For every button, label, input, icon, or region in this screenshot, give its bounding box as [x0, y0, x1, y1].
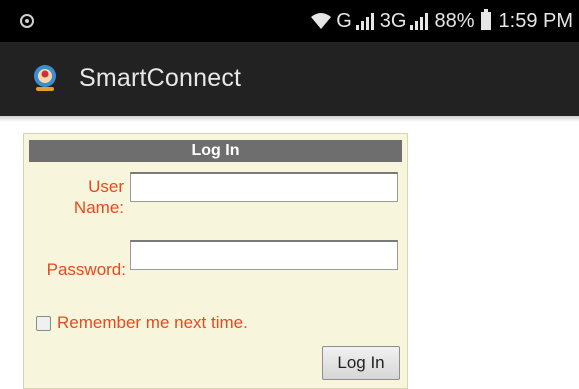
- signal-icon: [355, 12, 374, 30]
- login-button[interactable]: Log In: [322, 346, 400, 380]
- notification-icon: [20, 14, 34, 28]
- wifi-icon: [310, 12, 332, 30]
- password-input[interactable]: [130, 240, 398, 270]
- app-screen: G 3G 88% 1:59 PM SmartConnect Log In Use…: [0, 0, 579, 389]
- login-header: Log In: [29, 140, 402, 162]
- action-bar: SmartConnect: [0, 42, 579, 116]
- login-panel: Log In User Name: Password: Remember me …: [23, 133, 408, 389]
- remember-me-checkbox[interactable]: [36, 315, 51, 331]
- status-indicators: G 3G 88% 1:59 PM: [310, 0, 573, 42]
- username-label-line1: User: [88, 177, 124, 196]
- remember-me-row[interactable]: Remember me next time.: [36, 312, 248, 334]
- password-label: Password:: [46, 260, 126, 279]
- username-label-line2: Name:: [73, 198, 124, 217]
- action-bar-shadow: [0, 116, 579, 122]
- status-time: 1:59 PM: [498, 9, 573, 32]
- signal-icon: [410, 12, 429, 30]
- battery-percent: 88%: [434, 9, 475, 32]
- network-type-label: G: [336, 9, 352, 32]
- app-title: SmartConnect: [79, 64, 242, 92]
- network-type-label-2: 3G: [379, 9, 407, 32]
- smartconnect-logo-icon[interactable]: [30, 63, 60, 93]
- username-label: User Name:: [54, 176, 124, 218]
- remember-me-label[interactable]: Remember me next time.: [57, 313, 248, 333]
- username-input[interactable]: [130, 172, 398, 202]
- status-bar: G 3G 88% 1:59 PM: [0, 0, 579, 42]
- battery-icon: [480, 9, 491, 30]
